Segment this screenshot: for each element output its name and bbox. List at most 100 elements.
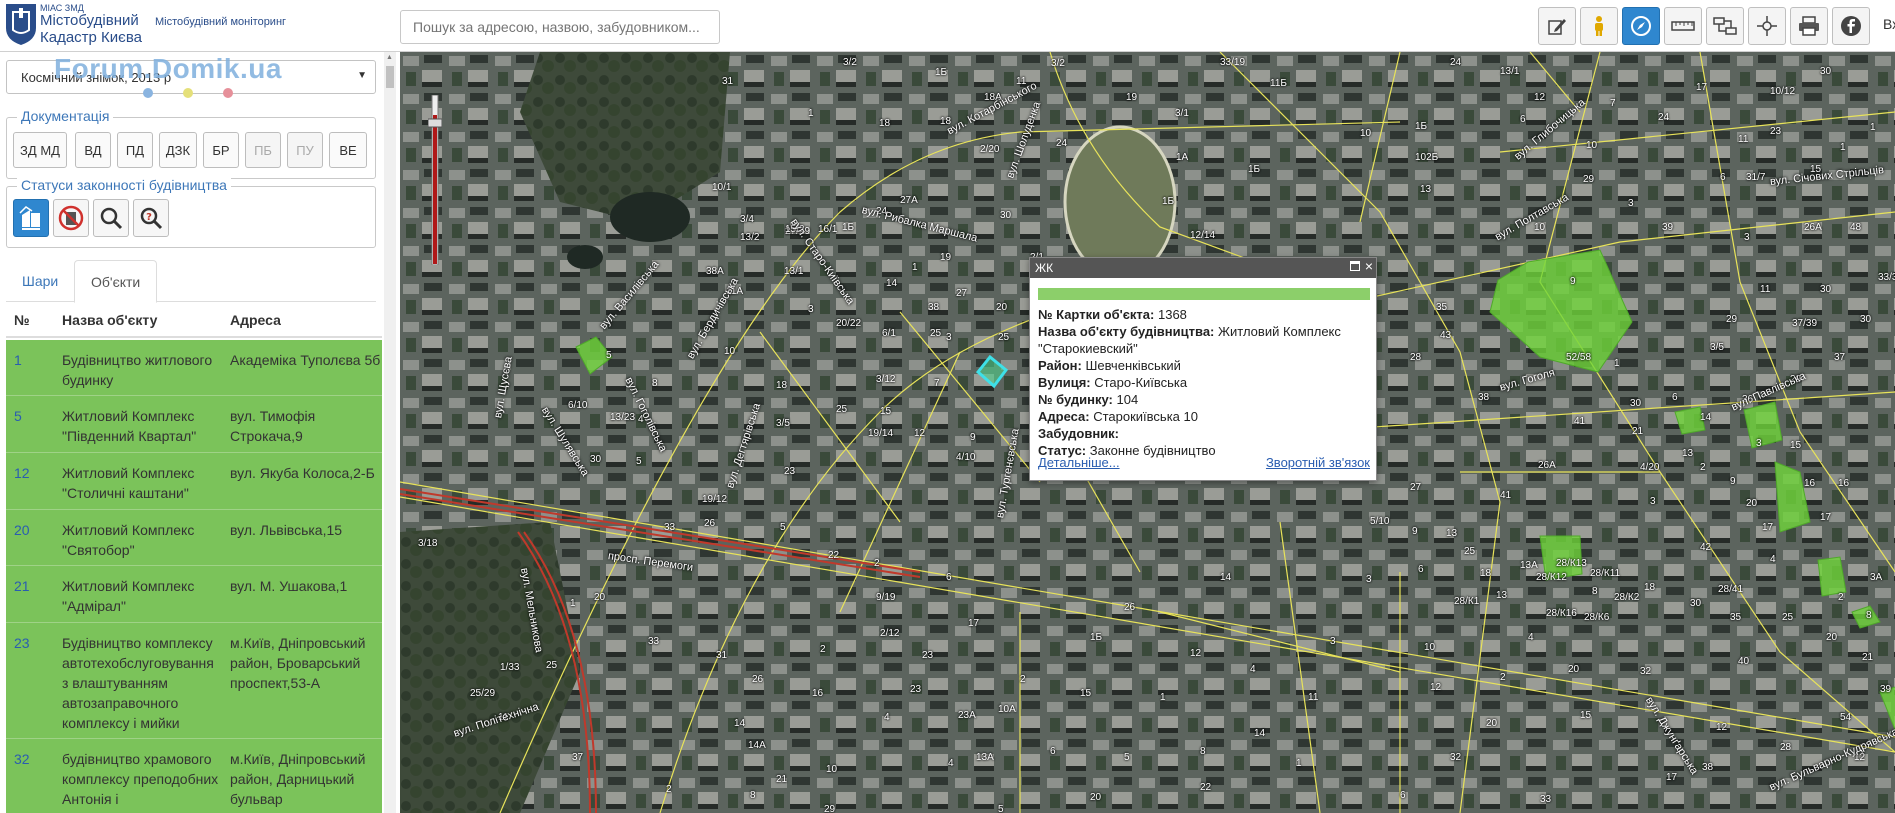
doc-button-ve[interactable]: ВЕ [329,132,367,168]
scrollbar-thumb[interactable] [386,66,394,88]
facebook-button[interactable] [1832,7,1870,45]
house-number: 27А [900,195,918,206]
house-number: 22 [828,550,840,561]
doc-button-zd-md[interactable]: ЗД МД [13,132,67,168]
house-number: 3/5 [1710,342,1724,353]
house-number: 28/К13 [1556,558,1587,569]
table-row[interactable]: 23 Будівництво комплексу автотехобслугов… [6,623,382,739]
house-number: 29 [1726,314,1738,325]
house-number: 17 [1696,82,1708,93]
header: МІАС ЗМД Містобудівний Кадастр Києва Міс… [0,0,1895,52]
house-number: 14А [748,740,766,751]
house-number: 1А [1176,152,1189,163]
house-number: 41 [1574,416,1586,427]
field-value: 1368 [1157,307,1187,322]
house-number: 28/К16 [1546,608,1577,619]
zoom-slider[interactable] [428,95,442,265]
person-icon [1595,16,1603,36]
legal-building-button[interactable] [13,199,49,237]
house-number: 15 [880,406,892,417]
inspection-button[interactable] [93,199,129,237]
row-number[interactable]: 32 [14,749,30,769]
unknown-status-button[interactable]: ? [133,199,169,237]
logo-title[interactable]: Містобудівний Кадастр Києва [40,12,142,46]
close-icon[interactable]: × [1365,258,1373,274]
print-button[interactable] [1790,7,1828,45]
house-number: 6/10 [568,400,588,411]
help-icon: ? [140,207,163,230]
house-number: 31/7 [1746,172,1766,183]
locate-button[interactable] [1748,7,1786,45]
house-number: 10 [1534,222,1546,233]
house-number: 30 [1000,210,1012,221]
details-link[interactable]: Детальніше... [1038,455,1120,470]
navigate-button[interactable] [1622,7,1660,45]
table-row[interactable]: 21 Житловий Комплекс "Адмірал" вул. М. У… [6,566,382,623]
login-link[interactable]: Вх [1883,16,1895,32]
doc-button-vd[interactable]: ВД [75,132,111,168]
row-number[interactable]: 1 [14,350,22,370]
house-number: 28/К2 [1614,592,1640,603]
table-row[interactable]: 1 Будівництво житлового будинку Академік… [6,340,382,396]
panel-scrollbar[interactable]: ▲ [384,52,396,813]
row-address: м.Київ, Дніпровський район, Броварський … [230,635,366,691]
popup-field-object-name: Назва об'єкту будівництва: Житловий Комп… [1038,323,1368,357]
house-number: 2 [1500,672,1506,683]
house-number: 23 [784,466,796,477]
column-header-address[interactable]: Адреса [230,312,281,328]
column-header-number[interactable]: № [14,312,30,328]
table-row[interactable]: 12 Житловий Комплекс "Столичні каштани" … [6,453,382,510]
house-number: 6 [946,572,952,583]
house-number: 6 [1050,746,1056,757]
table-row[interactable]: 32 будівництво храмового комплексу препо… [6,739,382,813]
row-number[interactable]: 21 [14,576,30,596]
doc-button-dzk[interactable]: ДЗК [159,132,197,168]
search-input[interactable] [400,10,720,44]
maximize-icon[interactable] [1350,261,1360,271]
feedback-link[interactable]: Зворотній зв'язок [1266,455,1370,470]
row-number[interactable]: 23 [14,633,30,653]
illegal-building-button[interactable] [53,199,89,237]
row-number[interactable]: 12 [14,463,30,483]
tab-objects[interactable]: Об'єкти [74,260,158,303]
house-number: 12 [914,428,926,439]
house-number: 18 [1480,568,1492,579]
layers-tool-icon [1713,17,1737,35]
row-number[interactable]: 20 [14,520,30,540]
city-logo-icon[interactable] [4,2,38,46]
row-number[interactable]: 5 [14,406,22,426]
scroll-up-icon[interactable]: ▲ [386,54,393,61]
legend-button[interactable] [1706,7,1744,45]
house-number: 10/12 [1770,86,1796,97]
tab-layers[interactable]: Шари [6,260,74,302]
popup-title: ЖК [1030,258,1376,278]
popup-field-card-number: № Картки об'єкта: 1368 [1038,306,1368,323]
map-view[interactable]: 3/2 31 1 18 1Б 18А 11 18 3/2 33/19 3/1 1… [400,52,1895,813]
house-number: 25 [1782,612,1794,623]
column-header-name[interactable]: Назва об'єкту [62,312,157,328]
house-number: 33 [1540,794,1552,805]
house-number: 16 [1804,478,1816,489]
panel-tabs: Шари Об'єкти [6,260,376,303]
doc-button-pd[interactable]: ПД [117,132,153,168]
house-number: 13 [1446,528,1458,539]
doc-button-br[interactable]: БР [203,132,239,168]
house-number: 5 [1124,752,1130,763]
popup-body: № Картки об'єкта: 1368 Назва об'єкту буд… [1030,306,1376,459]
house-number: 19/12 [702,494,728,505]
edit-button[interactable] [1538,7,1576,45]
house-number: 1 [1160,692,1166,703]
house-number: 3/18 [418,538,438,549]
house-number: 27 [1410,482,1422,493]
house-number: 28/К1 [1454,596,1480,607]
objects-table-body: 1 Будівництво житлового будинку Академік… [6,340,382,813]
house-number: 2/20 [980,144,1000,155]
popup-field-district: Район: Шевченківський [1038,357,1368,374]
field-label: Район: [1038,358,1082,373]
street-view-button[interactable] [1580,7,1618,45]
measure-button[interactable] [1664,7,1702,45]
table-row[interactable]: 20 Житловий Комплекс "Святобор" вул. Льв… [6,510,382,566]
house-number: 35 [1730,612,1742,623]
house-number: 13 [1682,448,1694,459]
table-row[interactable]: 5 Житловий Комплекс "Південний Квартал" … [6,396,382,453]
